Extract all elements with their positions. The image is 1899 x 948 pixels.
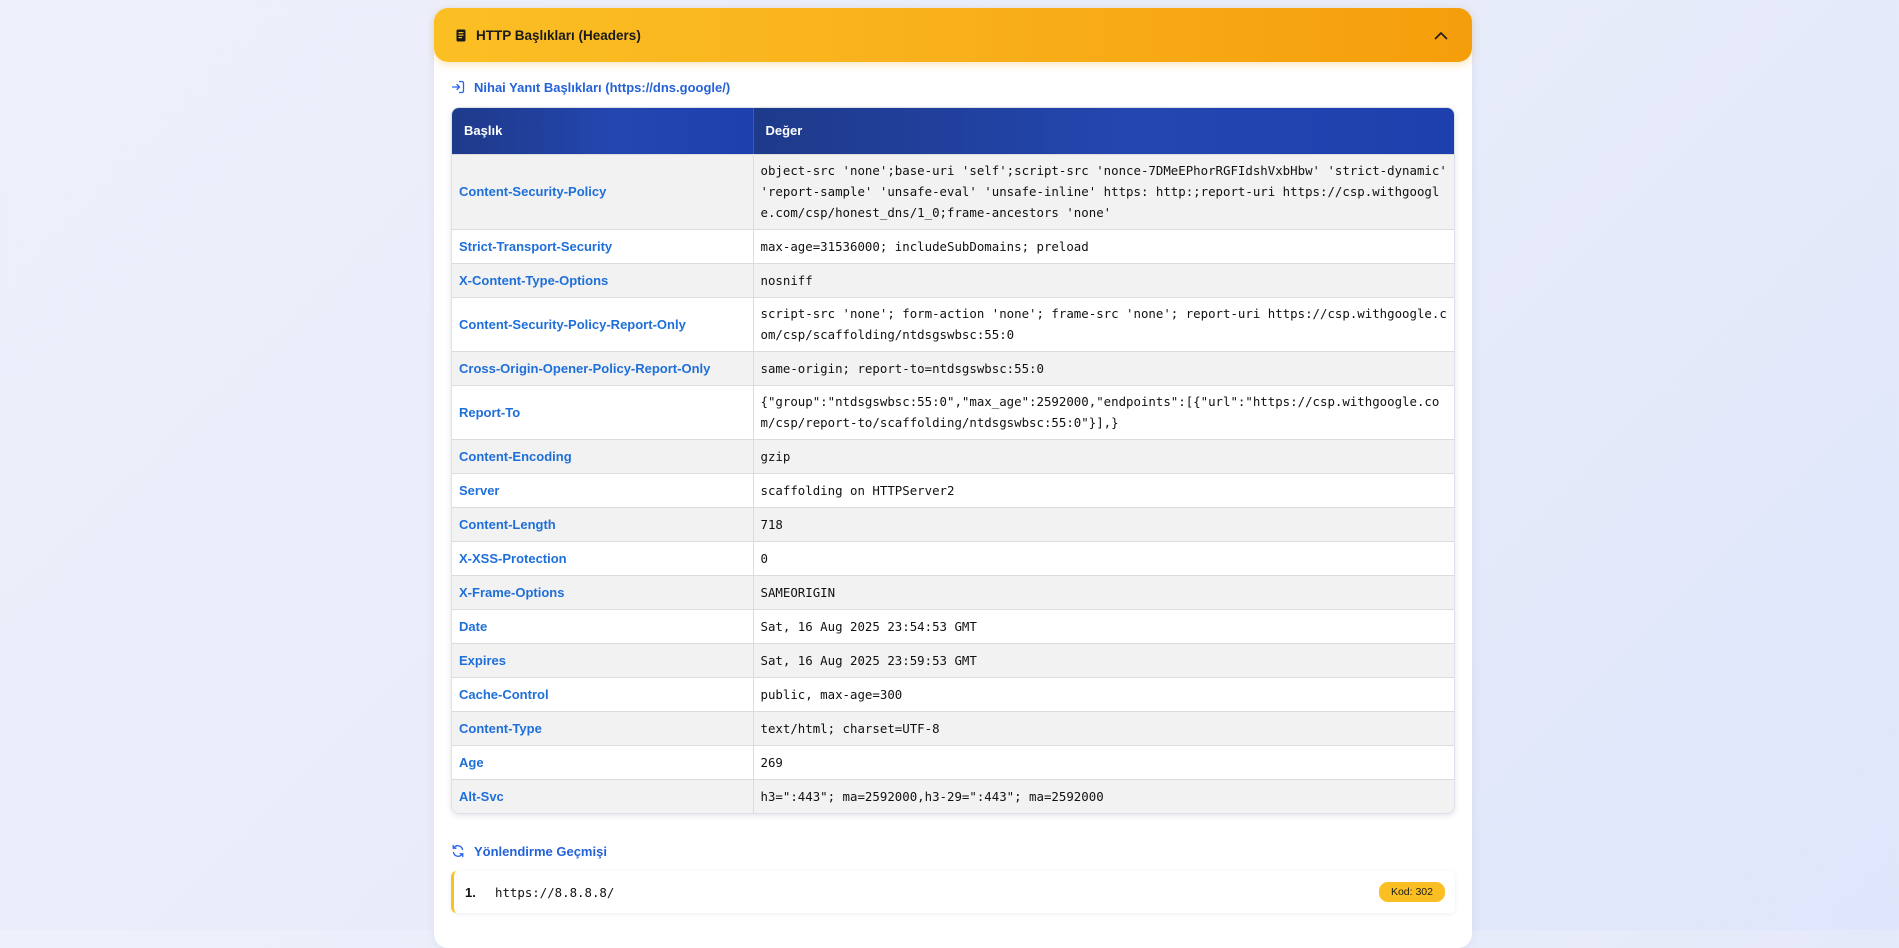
- header-value-cell: text/html; charset=UTF-8: [753, 710, 1454, 745]
- header-name-cell: X-XSS-Protection: [452, 540, 754, 575]
- header-value-cell: 269: [753, 744, 1454, 779]
- table-body: Content-Security-Policy object-src 'none'…: [452, 153, 1454, 813]
- table-row: Date Sat, 16 Aug 2025 23:54:53 GMT: [452, 608, 1454, 643]
- header-name-cell: Content-Type: [452, 710, 754, 745]
- column-header-name: Başlık: [452, 108, 754, 154]
- header-name-cell: Content-Length: [452, 506, 754, 541]
- table-row: Cross-Origin-Opener-Policy-Report-Only sa…: [452, 350, 1454, 385]
- table-row: Age 269: [452, 744, 1454, 779]
- final-headers-label-text: Nihai Yanıt Başlıkları (https://dns.goog…: [474, 79, 731, 95]
- panel-title: HTTP Başlıkları (Headers): [476, 27, 641, 43]
- sign-in-icon: [451, 79, 467, 95]
- table-row: Strict-Transport-Security max-age=3153600…: [452, 228, 1454, 263]
- redirect-history-label-text: Yönlendirme Geçmişi: [474, 843, 607, 859]
- header-value-cell: 0: [753, 540, 1454, 575]
- table-row: Report-To {"group":"ntdsgswbsc:55:0","max…: [452, 384, 1454, 439]
- header-name-cell: X-Frame-Options: [452, 574, 754, 609]
- redirect-item: 1. https://8.8.8.8/ Kod: 302: [451, 871, 1455, 913]
- http-headers-panel: HTTP Başlıkları (Headers) Nihai Yanıt Ba…: [434, 8, 1472, 948]
- header-value-cell: 718: [753, 506, 1454, 541]
- panel-body: Nihai Yanıt Başlıkları (https://dns.goog…: [434, 76, 1472, 913]
- header-value-cell: max-age=31536000; includeSubDomains; pre…: [753, 228, 1454, 263]
- header-value-cell: Sat, 16 Aug 2025 23:54:53 GMT: [753, 608, 1454, 643]
- header-name-cell: Content-Security-Policy: [452, 153, 754, 229]
- table-row: X-Content-Type-Options nosniff: [452, 262, 1454, 297]
- chevron-up-icon: [1434, 31, 1448, 39]
- header-value-cell: Sat, 16 Aug 2025 23:59:53 GMT: [753, 642, 1454, 677]
- header-value-cell: script-src 'none'; form-action 'none'; f…: [753, 296, 1454, 351]
- table-row: Expires Sat, 16 Aug 2025 23:59:53 GMT: [452, 642, 1454, 677]
- table-row: Cache-Control public, max-age=300: [452, 676, 1454, 711]
- header-value-cell: h3=":443"; ma=2592000,h3-29=":443"; ma=2…: [753, 778, 1454, 813]
- refresh-icon: [451, 843, 467, 859]
- header-name-cell: Expires: [452, 642, 754, 677]
- header-value-cell: public, max-age=300: [753, 676, 1454, 711]
- header-name-cell: Server: [452, 472, 754, 507]
- table-header-row: Başlık Değer: [452, 108, 1454, 154]
- table-row: Content-Type text/html; charset=UTF-8: [452, 710, 1454, 745]
- header-name-cell: Date: [452, 608, 754, 643]
- table-row: X-Frame-Options SAMEORIGIN: [452, 574, 1454, 609]
- header-name-cell: X-Content-Type-Options: [452, 262, 754, 297]
- header-name-cell: Content-Security-Policy-Report-Only: [452, 296, 754, 351]
- header-name-cell: Alt-Svc: [452, 778, 754, 813]
- headers-table: Başlık Değer Content-Security-Policy obje…: [451, 107, 1455, 814]
- document-icon: [454, 28, 468, 42]
- header-value-cell: nosniff: [753, 262, 1454, 297]
- table-row: Alt-Svc h3=":443"; ma=2592000,h3-29=":443…: [452, 778, 1454, 813]
- header-name-cell: Report-To: [452, 384, 754, 439]
- table-row: X-XSS-Protection 0: [452, 540, 1454, 575]
- header-name-cell: Cross-Origin-Opener-Policy-Report-Only: [452, 350, 754, 385]
- header-value-cell: gzip: [753, 438, 1454, 473]
- redirect-url: https://8.8.8.8/: [495, 884, 615, 900]
- column-header-value: Değer: [753, 108, 1454, 154]
- table-row: Content-Encoding gzip: [452, 438, 1454, 473]
- table-row: Content-Length 718: [452, 506, 1454, 541]
- header-value-cell: SAMEORIGIN: [753, 574, 1454, 609]
- header-value-cell: object-src 'none';base-uri 'self';script…: [753, 153, 1454, 229]
- header-value-cell: same-origin; report-to=ntdsgswbsc:55:0: [753, 350, 1454, 385]
- header-name-cell: Strict-Transport-Security: [452, 228, 754, 263]
- header-value-cell: {"group":"ntdsgswbsc:55:0","max_age":259…: [753, 384, 1454, 439]
- redirect-number: 1.: [465, 884, 476, 900]
- header-name-cell: Cache-Control: [452, 676, 754, 711]
- header-name-cell: Content-Encoding: [452, 438, 754, 473]
- panel-header[interactable]: HTTP Başlıkları (Headers): [434, 8, 1472, 62]
- status-code-badge: Kod: 302: [1378, 882, 1445, 902]
- redirect-history-label: Yönlendirme Geçmişi: [451, 840, 1455, 862]
- header-value-cell: scaffolding on HTTPServer2: [753, 472, 1454, 507]
- table-row: Content-Security-Policy-Report-Only scrip…: [452, 296, 1454, 351]
- header-name-cell: Age: [452, 744, 754, 779]
- collapse-button[interactable]: [1430, 24, 1452, 46]
- table-row: Content-Security-Policy object-src 'none'…: [452, 153, 1454, 229]
- table-row: Server scaffolding on HTTPServer2: [452, 472, 1454, 507]
- final-headers-label: Nihai Yanıt Başlıkları (https://dns.goog…: [451, 76, 1455, 98]
